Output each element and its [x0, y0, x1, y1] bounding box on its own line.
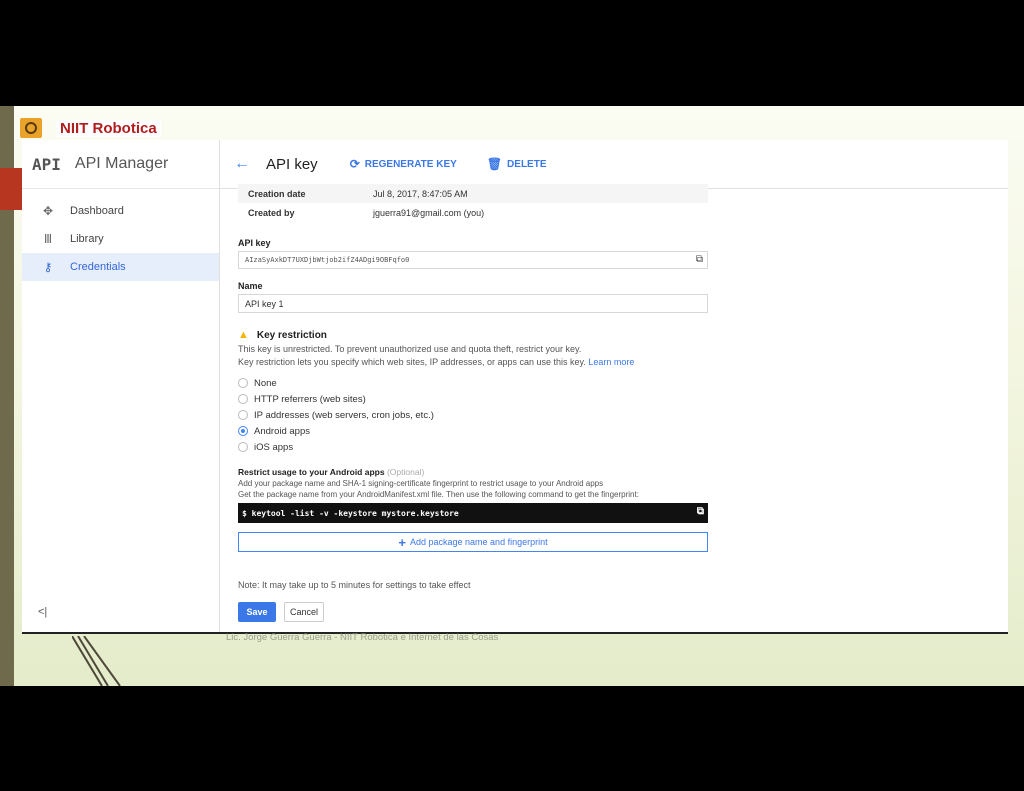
- sidebar: API API Manager ✥ Dashboard Ⅲ Library ⚷ …: [22, 140, 220, 632]
- app-title[interactable]: API Manager: [75, 155, 168, 173]
- radio-circle[interactable]: [238, 394, 248, 404]
- warning-icon: ▲: [238, 329, 249, 341]
- meta-key: Creation date: [248, 188, 306, 199]
- android-restrict-title-text: Restrict usage to your Android apps: [238, 467, 385, 477]
- main-panel: ← API key ⟳ REGENERATE KEY 🗑 DELETE Crea…: [220, 140, 1008, 632]
- add-package-label: Add package name and fingerprint: [410, 537, 548, 547]
- restriction-text-1: This key is unrestricted. To prevent una…: [238, 344, 582, 354]
- meta-created-by: Created by jguerra91@gmail.com (you): [238, 203, 708, 222]
- radio-http-referrers[interactable]: HTTP referrers (web sites): [238, 391, 708, 407]
- refresh-icon: ⟳: [349, 157, 360, 171]
- restriction-text-2-body: Key restriction lets you specify which w…: [238, 357, 586, 367]
- sidebar-item-label: Library: [70, 233, 104, 245]
- radio-label: Android apps: [254, 425, 310, 437]
- logo-icon: [20, 118, 42, 138]
- restriction-text-2: Key restriction lets you specify which w…: [238, 356, 708, 369]
- meta-creation-date: Creation date Jul 8, 2017, 8:47:05 AM: [238, 184, 708, 203]
- save-button[interactable]: Save: [238, 602, 276, 622]
- sidebar-item-dashboard[interactable]: ✥ Dashboard: [22, 197, 219, 225]
- restriction-options: None HTTP referrers (web sites) IP addre…: [238, 375, 708, 455]
- radio-ios-apps[interactable]: iOS apps: [238, 439, 708, 455]
- settings-note: Note: It may take up to 5 minutes for se…: [238, 580, 471, 590]
- sidebar-brand: API API Manager: [22, 140, 219, 189]
- trash-icon: 🗑: [486, 157, 503, 171]
- api-key-value: AIzaSyAxkDT7UXDjbWtjob2ifZ4ADgi9OBFqfo0: [245, 256, 410, 264]
- sidebar-item-label: Credentials: [70, 261, 126, 273]
- page-title: API key: [266, 155, 318, 173]
- android-text-2: Get the package name from your AndroidMa…: [238, 490, 639, 499]
- copy-icon[interactable]: ⧉: [697, 506, 704, 517]
- back-arrow-icon[interactable]: ←: [234, 155, 250, 173]
- keytool-command: $ keytool -list -v -keystore mystore.key…: [238, 503, 708, 523]
- command-text: $ keytool -list -v -keystore mystore.key…: [242, 508, 459, 518]
- meta-value: Jul 8, 2017, 8:47:05 AM: [373, 188, 468, 199]
- regenerate-key-button[interactable]: ⟳ REGENERATE KEY: [350, 157, 457, 171]
- add-package-button[interactable]: + Add package name and fingerprint: [238, 532, 708, 552]
- radio-circle[interactable]: [238, 442, 248, 452]
- android-text-1: Add your package name and SHA-1 signing-…: [238, 479, 604, 488]
- radio-ip-addresses[interactable]: IP addresses (web servers, cron jobs, et…: [238, 407, 708, 423]
- screenshot: API API Manager ✥ Dashboard Ⅲ Library ⚷ …: [22, 140, 1008, 634]
- radio-label: HTTP referrers (web sites): [254, 393, 366, 405]
- api-logo: API: [32, 154, 61, 174]
- name-label: Name: [238, 281, 263, 291]
- slide-footer: Lic. Jorge Guerra Guerra - NIIT Robotica…: [226, 632, 499, 643]
- delete-button[interactable]: 🗑 DELETE: [487, 157, 547, 171]
- meta-value: jguerra91@gmail.com (you): [373, 207, 485, 218]
- cancel-button[interactable]: Cancel: [284, 602, 324, 622]
- sidebar-item-label: Dashboard: [70, 205, 124, 217]
- api-key-label: API key: [238, 238, 271, 248]
- radio-none[interactable]: None: [238, 375, 708, 391]
- key-restriction-heading: ▲ Key restriction: [238, 329, 708, 341]
- learn-more-link[interactable]: Learn more: [588, 357, 634, 367]
- copy-icon[interactable]: ⧉: [696, 254, 703, 265]
- radio-label: iOS apps: [254, 441, 294, 453]
- decorative-lines: [72, 636, 121, 686]
- android-restrict-title: Restrict usage to your Android apps (Opt…: [238, 467, 708, 477]
- meta-key: Created by: [248, 207, 295, 218]
- collapse-sidebar-button[interactable]: <|: [38, 606, 47, 618]
- brand-logo: NIIT Robotica: [20, 118, 161, 138]
- name-input[interactable]: API key 1: [238, 294, 708, 313]
- form-actions: Save Cancel: [238, 602, 708, 622]
- library-icon: Ⅲ: [43, 232, 53, 246]
- content: Creation date Jul 8, 2017, 8:47:05 AM Cr…: [238, 184, 708, 622]
- slide: NIIT Robotica API API Manager ✥ Dashboar…: [0, 106, 1024, 686]
- brand-name: NIIT Robotica: [56, 119, 161, 137]
- plus-icon: +: [398, 534, 406, 550]
- name-value: API key 1: [245, 298, 284, 309]
- dashboard-icon: ✥: [42, 204, 54, 218]
- sidebar-item-library[interactable]: Ⅲ Library: [22, 225, 219, 253]
- radio-label: IP addresses (web servers, cron jobs, et…: [254, 409, 434, 421]
- sidebar-item-credentials[interactable]: ⚷ Credentials: [22, 253, 219, 281]
- sidebar-nav: ✥ Dashboard Ⅲ Library ⚷ Credentials: [22, 197, 219, 281]
- key-icon: ⚷: [43, 260, 53, 274]
- toolbar: ← API key ⟳ REGENERATE KEY 🗑 DELETE: [220, 140, 1008, 189]
- optional-tag: (Optional): [386, 467, 425, 477]
- api-key-field[interactable]: AIzaSyAxkDT7UXDjbWtjob2ifZ4ADgi9OBFqfo0 …: [238, 251, 708, 269]
- key-restriction-title: Key restriction: [256, 329, 327, 341]
- radio-android-apps[interactable]: Android apps: [238, 423, 708, 439]
- radio-circle-selected[interactable]: [238, 426, 248, 436]
- red-tab: [0, 168, 22, 210]
- radio-circle[interactable]: [238, 378, 248, 388]
- regenerate-key-label: REGENERATE KEY: [364, 158, 457, 170]
- radio-circle[interactable]: [238, 410, 248, 420]
- radio-label: None: [254, 377, 277, 389]
- delete-label: DELETE: [507, 158, 547, 170]
